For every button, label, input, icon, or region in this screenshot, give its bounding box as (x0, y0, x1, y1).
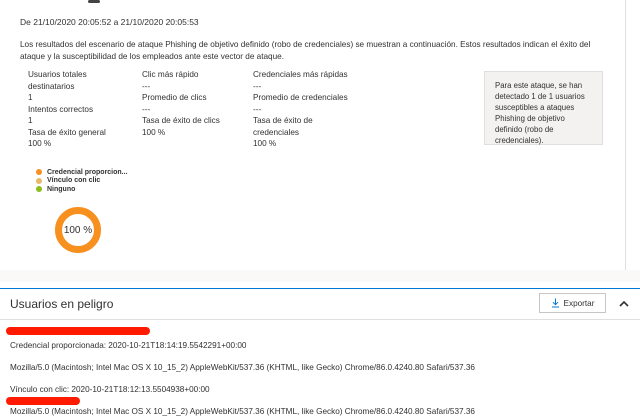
successful-attempts-value: 1 (28, 116, 33, 125)
legend-item-none: Ninguno (36, 185, 128, 194)
title-fragment (88, 0, 100, 3)
results-intro: Los resultados del escenario de ataque P… (20, 40, 591, 61)
legend-item-credentials: Credencial proporcion... (36, 168, 128, 177)
redaction-mark (6, 397, 80, 405)
total-users-label: Usuarios totales destinatarios (28, 70, 87, 91)
user-agent-line: Mozilla/5.0 (Macintosh; Intel Mac OS X 1… (10, 363, 475, 372)
fastest-creds-value: --- (253, 81, 262, 91)
successful-attempts-label: Intentos correctos (28, 104, 94, 114)
export-label: Exportar (563, 298, 595, 308)
creds-rate-value: 100 % (253, 139, 277, 148)
attack-summary-panel: De 21/10/2020 20:05:52 a 21/10/2020 20:0… (0, 0, 626, 270)
stats-column-credentials: Credenciales más rápidas --- Promedio de… (253, 69, 383, 150)
redaction-mark (6, 327, 150, 335)
legend-dot-icon (36, 177, 42, 184)
date-range: De 21/10/2020 20:05:52 a 21/10/2020 20:0… (20, 17, 199, 27)
creds-rate-label: Tasa de éxito de credenciales (253, 116, 313, 137)
legend-label: Vínculo con clic (47, 177, 101, 185)
stats-column-totals: Usuarios totales destinatarios 1 Intento… (28, 69, 128, 150)
avg-clicks-value: --- (142, 104, 151, 114)
click-rate-value: 100 % (142, 127, 166, 137)
legend-dot-icon (36, 169, 42, 176)
chevron-up-icon[interactable] (618, 298, 630, 310)
fastest-click-label: Clic más rápido (142, 70, 199, 79)
credential-event: Credencial proporcionada: 2020-10-21T18:… (10, 341, 247, 350)
fastest-click-value: --- (142, 81, 151, 91)
avg-creds-value: --- (253, 104, 262, 114)
chart-legend: Credencial proporcion... Vínculo con cli… (36, 168, 128, 194)
avg-clicks-label: Promedio de clics (142, 93, 207, 102)
user-agent-line: Mozilla/5.0 (Macintosh; Intel Mac OS X 1… (10, 407, 475, 416)
overall-rate-label: Tasa de éxito general (28, 127, 106, 137)
susceptibility-info-box: Para este ataque, se han detectado 1 de … (484, 71, 603, 145)
click-rate-label: Tasa de éxito de clics (142, 116, 220, 125)
export-button[interactable]: Exportar (539, 293, 606, 313)
users-at-risk-header: Usuarios en peligro Exportar (0, 288, 640, 320)
overall-rate-value: 100 % (28, 139, 52, 148)
donut-center-label: 100 % (63, 224, 93, 236)
fastest-creds-label: Credenciales más rápidas (253, 70, 348, 79)
users-at-risk-title: Usuarios en peligro (10, 297, 114, 311)
section-separator (0, 270, 640, 282)
download-icon (551, 298, 559, 308)
legend-label: Ninguno (47, 185, 76, 193)
legend-label: Credencial proporcion... (47, 168, 128, 176)
click-event: Vínculo con clic: 2020-10-21T18:12:13.55… (10, 385, 210, 394)
legend-item-clicked: Vínculo con clic (36, 177, 128, 186)
avg-creds-label: Promedio de credenciales (253, 93, 348, 102)
legend-dot-icon (36, 186, 42, 193)
total-users-value: 1 (28, 93, 33, 102)
stats-column-clicks: Clic más rápido --- Promedio de clics --… (142, 69, 242, 138)
